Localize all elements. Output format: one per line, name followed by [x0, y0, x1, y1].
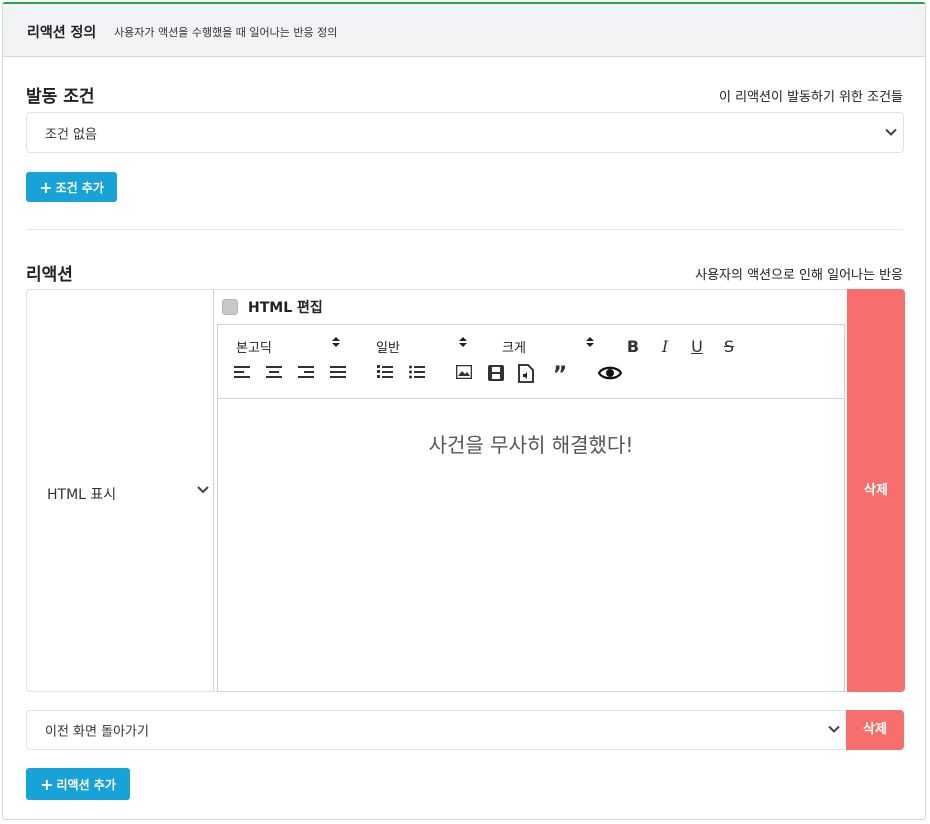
- quote-icon[interactable]: ”: [550, 365, 570, 387]
- condition-section-title: 발동 조건: [26, 87, 95, 107]
- add-condition-button[interactable]: + 조건 추가: [26, 172, 117, 202]
- align-center-icon[interactable]: [264, 365, 284, 383]
- image-icon[interactable]: [454, 364, 474, 383]
- condition-section-help: 이 리액션이 발동하기 위한 조건들: [719, 90, 903, 105]
- updown-arrow-icon: [586, 337, 594, 350]
- add-condition-label: 조건 추가: [55, 181, 104, 195]
- bullet-list-icon[interactable]: [407, 365, 427, 383]
- font-size-select[interactable]: 크게: [502, 337, 526, 356]
- delete-reaction-button[interactable]: 삭제: [847, 289, 905, 692]
- reaction-type-select[interactable]: 이전 화면 돌아가기: [26, 710, 847, 750]
- html-editor-column: HTML 편집 본고딕 일반 크게 B I U S ” 사건을 무사히 해결했다…: [213, 290, 847, 692]
- heading-style-select[interactable]: 일반: [376, 337, 400, 356]
- strikethrough-icon[interactable]: S: [719, 338, 739, 356]
- reaction-section-title: 리액션: [26, 265, 73, 285]
- chevron-down-icon: [197, 484, 209, 497]
- editor-toolbar: 본고딕 일반 크게 B I U S ”: [218, 325, 844, 399]
- reaction-type-select[interactable]: HTML 표시: [27, 290, 213, 691]
- align-right-icon[interactable]: [296, 365, 316, 383]
- card-header: 리액션 정의 사용자가 액션을 수행했을 때 일어나는 반응 정의: [3, 4, 925, 57]
- delete-reaction-button[interactable]: 삭제: [846, 710, 904, 750]
- card-subtitle: 사용자가 액션을 수행했을 때 일어나는 반응 정의: [114, 26, 338, 39]
- condition-select-value: 조건 없음: [45, 127, 97, 142]
- condition-select[interactable]: 조건 없음: [26, 112, 904, 153]
- reaction-type-value: 이전 화면 돌아가기: [45, 724, 149, 740]
- font-family-select[interactable]: 본고딕: [236, 337, 272, 356]
- html-edit-label: HTML 편집: [248, 300, 323, 316]
- html-edit-toggle[interactable]: HTML 편집: [222, 298, 323, 316]
- reaction-definition-card: 리액션 정의 사용자가 액션을 수행했을 때 일어나는 반응 정의 발동 조건 …: [2, 2, 926, 820]
- video-icon[interactable]: [486, 365, 506, 385]
- align-left-icon[interactable]: [232, 365, 252, 383]
- updown-arrow-icon: [459, 337, 467, 350]
- plus-icon: +: [40, 775, 54, 794]
- chevron-down-icon: [885, 126, 897, 139]
- add-reaction-label: 리액션 추가: [56, 778, 116, 792]
- rich-text-editor: 본고딕 일반 크게 B I U S ” 사건을 무사히 해결했다!: [217, 324, 845, 692]
- align-justify-icon[interactable]: [328, 365, 348, 383]
- editor-content[interactable]: 사건을 무사히 해결했다!: [218, 429, 844, 458]
- audio-file-icon[interactable]: [516, 364, 536, 387]
- underline-icon[interactable]: U: [687, 338, 707, 356]
- eye-icon[interactable]: [597, 365, 623, 385]
- plus-icon: +: [39, 178, 53, 197]
- updown-arrow-icon: [332, 337, 340, 350]
- reaction-section-help: 사용자의 액션으로 인해 일어나는 반응: [695, 268, 903, 283]
- bold-icon[interactable]: B: [623, 338, 643, 356]
- card-title: 리액션 정의: [27, 25, 97, 41]
- reaction-item: HTML 표시 HTML 편집 본고딕 일반 크게 B I U S ” 사건을 …: [26, 289, 905, 692]
- add-reaction-button[interactable]: + 리액션 추가: [26, 768, 130, 800]
- reaction-type-value: HTML 표시: [47, 487, 117, 503]
- html-edit-checkbox[interactable]: [222, 299, 238, 315]
- italic-icon[interactable]: I: [655, 338, 675, 356]
- ordered-list-icon[interactable]: [375, 365, 395, 383]
- chevron-down-icon: [828, 724, 840, 737]
- section-divider: [27, 229, 903, 230]
